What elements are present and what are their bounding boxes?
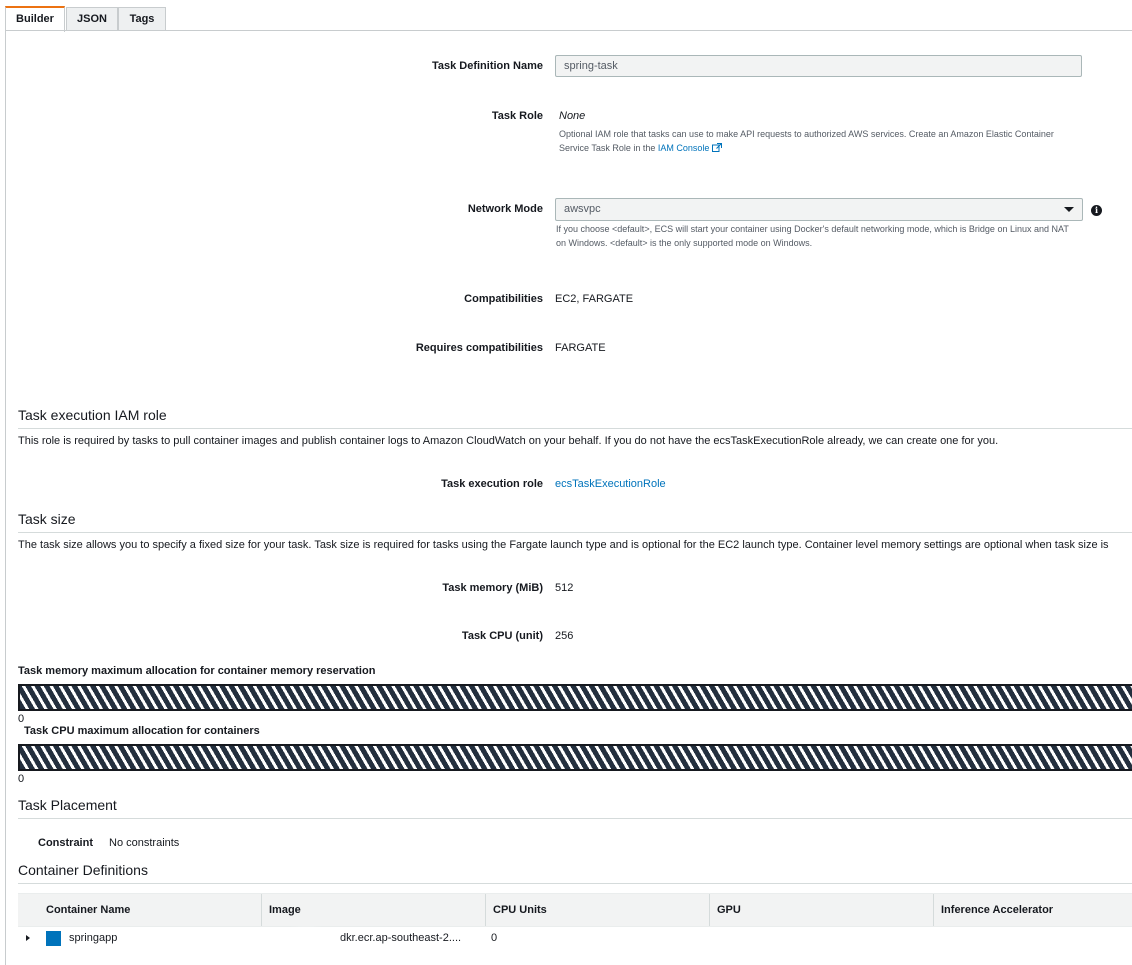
constraint-value: No constraints <box>109 837 180 849</box>
memory-allocation-min: 0 <box>18 713 25 725</box>
task-role-help: Optional IAM role that tasks can use to … <box>559 127 1059 155</box>
expand-arrow-icon[interactable] <box>26 935 30 941</box>
table-row[interactable]: springapp dkr.ecr.ap-southeast-2.... 0 <box>18 926 1132 950</box>
requires-compatibilities-value: FARGATE <box>555 342 606 354</box>
task-execution-role-link[interactable]: ecsTaskExecutionRole <box>555 478 666 490</box>
iam-console-link[interactable]: IAM Console <box>658 143 710 153</box>
task-role-value: None <box>559 110 586 122</box>
task-role-help-text: Optional IAM role that tasks can use to … <box>559 129 1054 153</box>
task-cpu-value: 256 <box>555 630 574 642</box>
external-link-icon[interactable] <box>711 143 722 153</box>
requires-compatibilities-label: Requires compatibilities <box>415 342 543 354</box>
task-execution-role-label: Task execution role <box>441 478 543 490</box>
memory-allocation-bar[interactable] <box>18 684 1132 711</box>
cpu-allocation-min: 0 <box>18 773 25 785</box>
compatibilities-value: EC2, FARGATE <box>555 293 634 305</box>
execution-role-rule <box>18 428 1132 429</box>
compatibilities-label: Compatibilities <box>464 293 543 305</box>
column-cpu-units[interactable]: CPU Units <box>493 894 547 926</box>
memory-allocation-title: Task memory maximum allocation for conta… <box>18 665 376 677</box>
container-name-cell[interactable]: springapp <box>69 926 117 950</box>
cpu-allocation-bar[interactable] <box>18 744 1132 771</box>
tab-tags[interactable]: Tags <box>118 7 166 30</box>
container-definitions-title: Container Definitions <box>18 862 148 878</box>
column-image[interactable]: Image <box>269 894 301 926</box>
execution-role-title: Task execution IAM role <box>18 407 167 423</box>
container-definitions-rule <box>18 883 1132 884</box>
network-mode-label: Network Mode <box>467 203 543 215</box>
network-mode-help: If you choose <default>, ECS will start … <box>556 224 1069 248</box>
tab-builder[interactable]: Builder <box>5 6 65 32</box>
column-divider <box>933 894 934 926</box>
cpu-units-cell: 0 <box>491 932 498 944</box>
column-inference-accelerator[interactable]: Inference Accelerator <box>941 894 1053 926</box>
task-memory-label: Task memory (MiB) <box>442 582 543 594</box>
container-color-swatch <box>46 931 61 946</box>
task-memory-value: 512 <box>555 582 574 594</box>
column-container-name[interactable]: Container Name <box>46 894 130 926</box>
tab-bar: Builder JSON Tags <box>0 0 1132 32</box>
execution-role-description: This role is required by tasks to pull c… <box>18 435 999 447</box>
column-divider <box>485 894 486 926</box>
task-size-rule <box>18 532 1132 533</box>
cpu-allocation-title: Task CPU maximum allocation for containe… <box>24 725 260 737</box>
image-cell: dkr.ecr.ap-southeast-2.... <box>340 932 462 944</box>
column-divider <box>709 894 710 926</box>
chevron-down-icon <box>1064 207 1074 212</box>
task-cpu-label: Task CPU (unit) <box>461 630 543 642</box>
task-placement-title: Task Placement <box>18 797 117 813</box>
task-size-description: The task size allows you to specify a fi… <box>18 539 1109 551</box>
network-mode-selected: awsvpc <box>564 203 601 215</box>
task-size-title: Task size <box>18 511 76 527</box>
info-icon[interactable]: i <box>1091 205 1102 216</box>
column-divider <box>261 894 262 926</box>
container-table-header: Container Name Image CPU Units GPU Infer… <box>18 893 1132 927</box>
tab-json[interactable]: JSON <box>66 7 118 30</box>
tab-divider <box>5 30 1132 31</box>
task-role-label: Task Role <box>491 110 543 122</box>
panel-border <box>5 30 6 965</box>
redaction-blur <box>270 926 342 958</box>
network-mode-select[interactable]: awsvpc <box>555 198 1083 221</box>
task-placement-rule <box>18 818 1132 819</box>
task-definition-name-input[interactable]: spring-task <box>555 55 1082 77</box>
column-gpu[interactable]: GPU <box>717 894 741 926</box>
constraint-label: Constraint <box>38 837 93 849</box>
task-definition-name-label: Task Definition Name <box>431 60 543 72</box>
